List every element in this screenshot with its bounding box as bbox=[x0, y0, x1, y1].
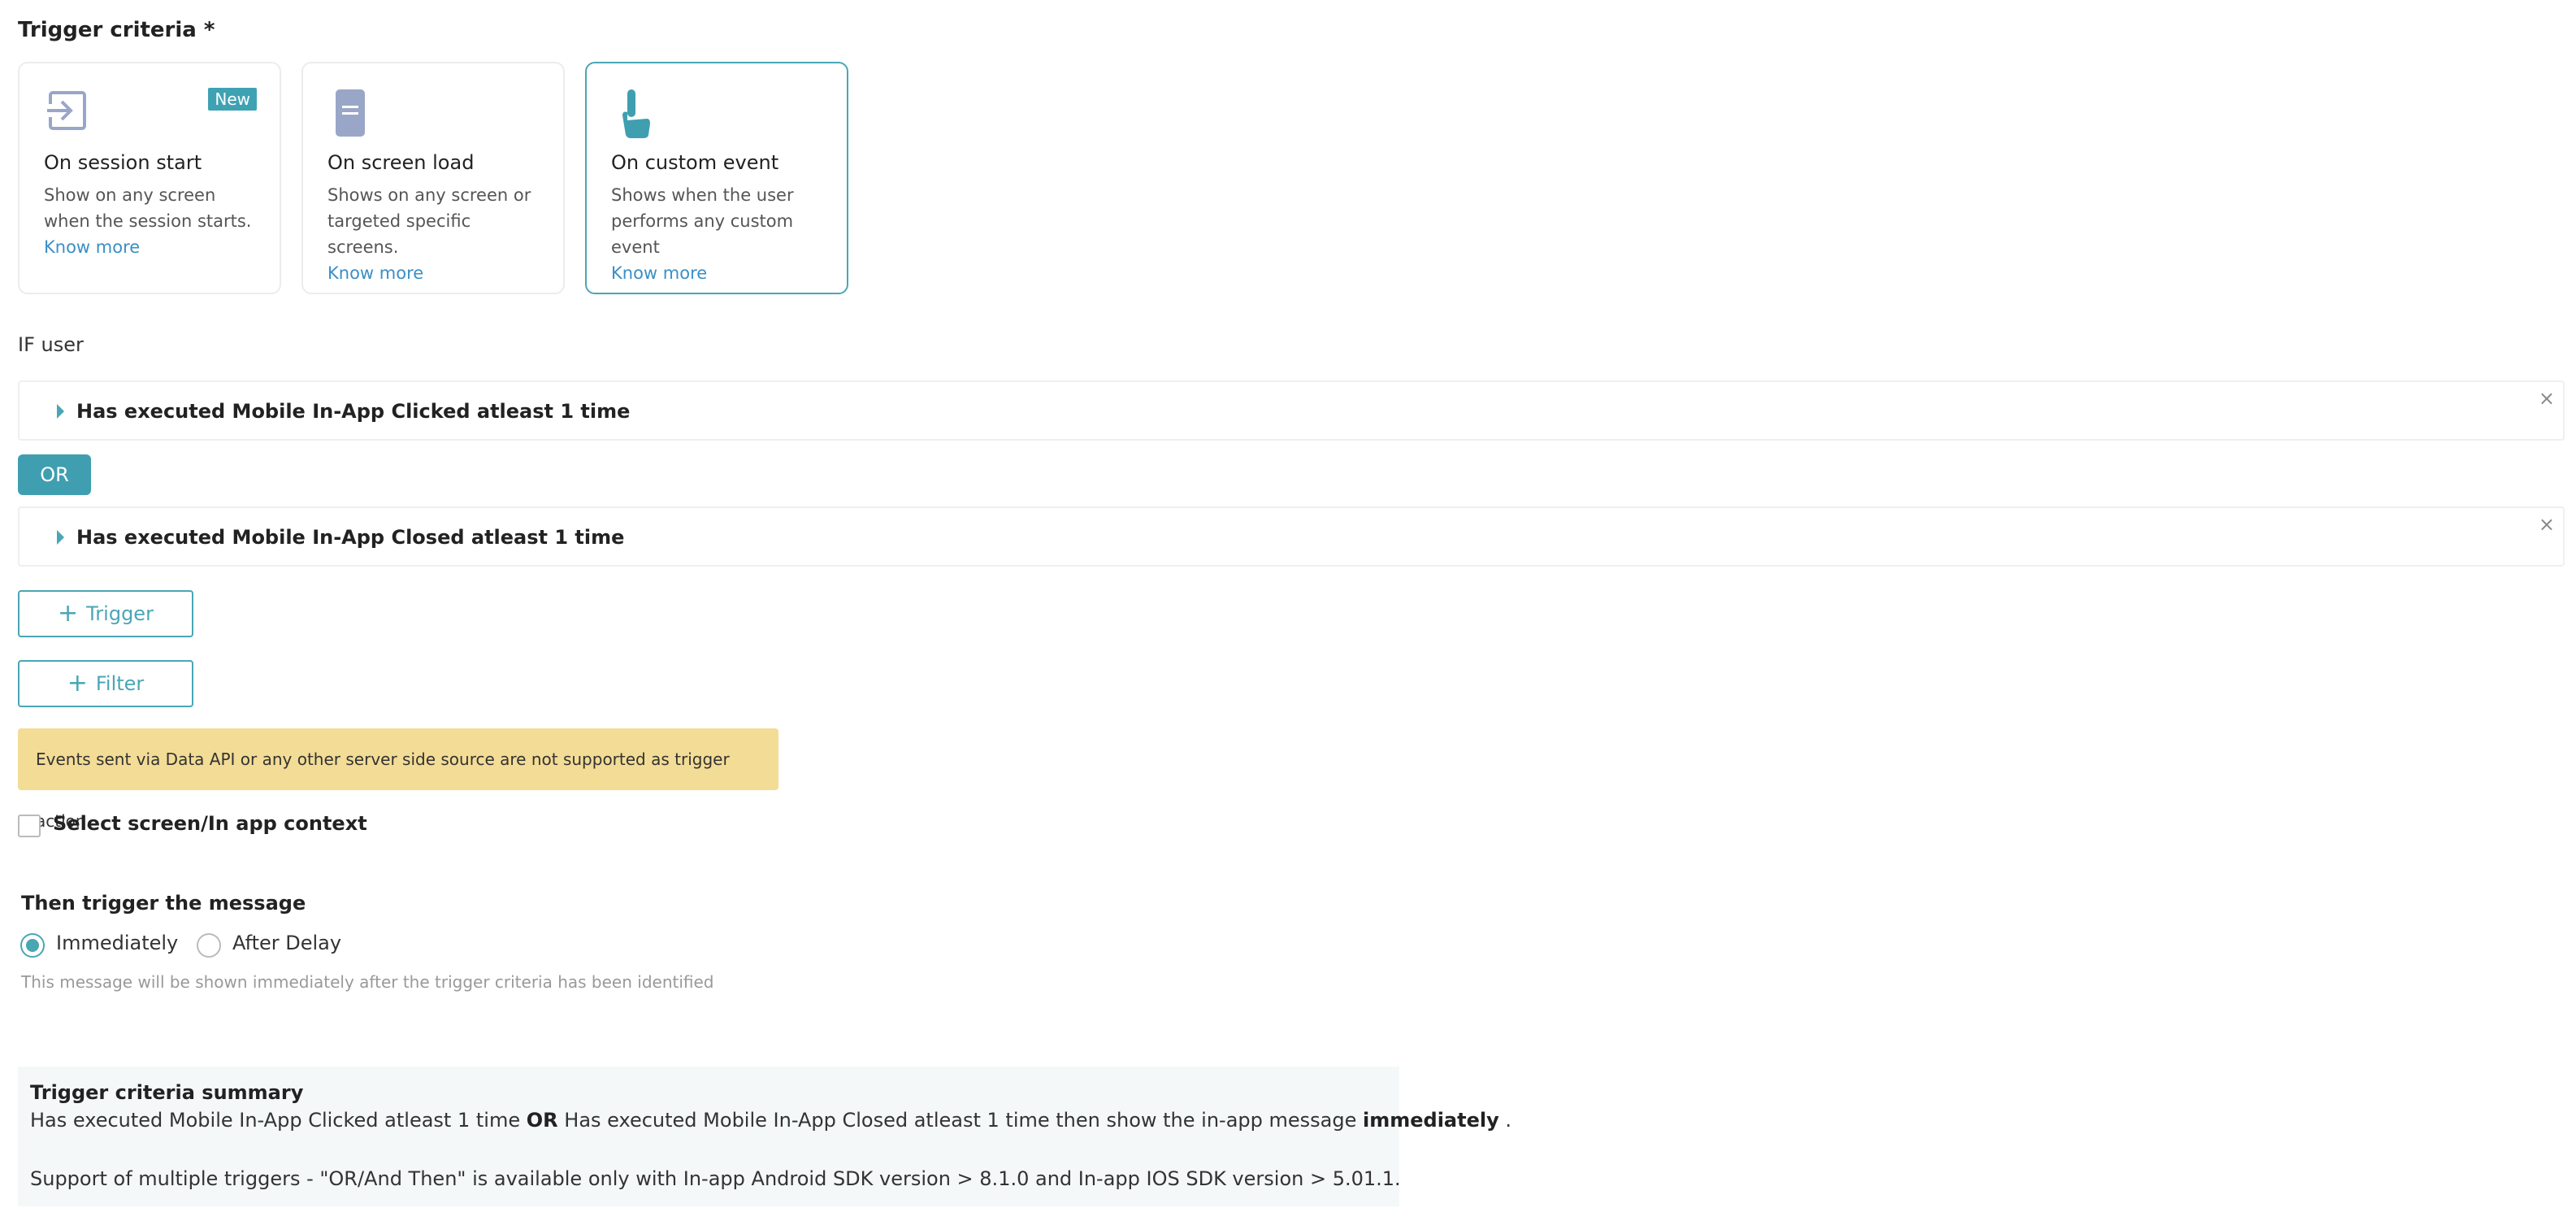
summary-or: OR bbox=[527, 1109, 558, 1132]
summary-title: Trigger criteria summary bbox=[30, 1081, 303, 1104]
summary-support-note: Support of multiple triggers - "OR/And T… bbox=[30, 1167, 1401, 1190]
rule-text: Has executed Mobile In-App Closed atleas… bbox=[76, 526, 624, 549]
caret-right-icon[interactable] bbox=[57, 530, 64, 545]
close-icon[interactable]: × bbox=[2539, 387, 2555, 410]
trigger-criteria-title: Trigger criteria * bbox=[18, 18, 215, 42]
card-title: On screen load bbox=[327, 151, 474, 174]
plus-icon: + bbox=[58, 602, 78, 626]
close-icon[interactable]: × bbox=[2539, 513, 2555, 536]
context-checkbox[interactable] bbox=[18, 815, 41, 837]
know-more-link[interactable]: Know more bbox=[611, 263, 707, 283]
context-checkbox-label[interactable]: Select screen/In app context bbox=[53, 812, 367, 835]
add-trigger-label: Trigger bbox=[86, 602, 154, 625]
if-user-label: IF user bbox=[18, 333, 84, 356]
card-desc-text: Shows on any screen or targeted specific… bbox=[327, 185, 531, 257]
trigger-summary-panel: Trigger criteria summary Has executed Mo… bbox=[18, 1067, 1399, 1206]
card-desc-text: Show on any screen when the session star… bbox=[44, 185, 251, 231]
trigger-rule-row[interactable]: Has executed Mobile In-App Closed atleas… bbox=[18, 506, 2565, 567]
add-filter-label: Filter bbox=[96, 672, 144, 695]
card-description: Shows on any screen or targeted specific… bbox=[327, 182, 539, 286]
radio-after-delay[interactable] bbox=[197, 933, 221, 958]
warning-banner: Events sent via Data API or any other se… bbox=[18, 728, 778, 790]
card-session-start[interactable]: New On session start Show on any screen … bbox=[18, 62, 281, 294]
know-more-link[interactable]: Know more bbox=[44, 237, 140, 257]
mobile-screen-icon bbox=[327, 88, 373, 140]
summary-text: Has executed Mobile In-App Clicked atlea… bbox=[30, 1109, 1511, 1132]
or-toggle-button[interactable]: OR bbox=[18, 454, 91, 495]
summary-part1: Has executed Mobile In-App Clicked atlea… bbox=[30, 1109, 520, 1132]
tap-hand-icon bbox=[611, 88, 657, 140]
rule-text: Has executed Mobile In-App Clicked atlea… bbox=[76, 400, 630, 423]
caret-right-icon[interactable] bbox=[57, 404, 64, 419]
new-badge: New bbox=[208, 88, 257, 111]
radio-immediately[interactable] bbox=[20, 933, 45, 958]
trigger-hint-text: This message will be shown immediately a… bbox=[21, 972, 714, 992]
card-custom-event[interactable]: On custom event Shows when the user perf… bbox=[585, 62, 848, 294]
card-desc-text: Shows when the user performs any custom … bbox=[611, 185, 794, 257]
trigger-rule-row[interactable]: Has executed Mobile In-App Clicked atlea… bbox=[18, 380, 2565, 441]
card-title: On custom event bbox=[611, 151, 778, 174]
know-more-link[interactable]: Know more bbox=[327, 263, 423, 283]
radio-immediately-label[interactable]: Immediately bbox=[56, 932, 178, 954]
add-trigger-button[interactable]: + Trigger bbox=[18, 590, 193, 637]
card-title: On session start bbox=[44, 151, 202, 174]
radio-after-delay-label[interactable]: After Delay bbox=[232, 932, 341, 954]
card-description: Shows when the user performs any custom … bbox=[611, 182, 822, 286]
card-screen-load[interactable]: On screen load Shows on any screen or ta… bbox=[301, 62, 565, 294]
summary-end: . bbox=[1505, 1109, 1511, 1132]
summary-part2: Has executed Mobile In-App Closed atleas… bbox=[564, 1109, 1356, 1132]
then-trigger-title: Then trigger the message bbox=[21, 892, 306, 915]
summary-emphasis: immediately bbox=[1363, 1109, 1499, 1132]
session-enter-icon bbox=[44, 88, 89, 140]
add-filter-button[interactable]: + Filter bbox=[18, 660, 193, 707]
card-description: Show on any screen when the session star… bbox=[44, 182, 255, 260]
plus-icon: + bbox=[67, 671, 88, 696]
